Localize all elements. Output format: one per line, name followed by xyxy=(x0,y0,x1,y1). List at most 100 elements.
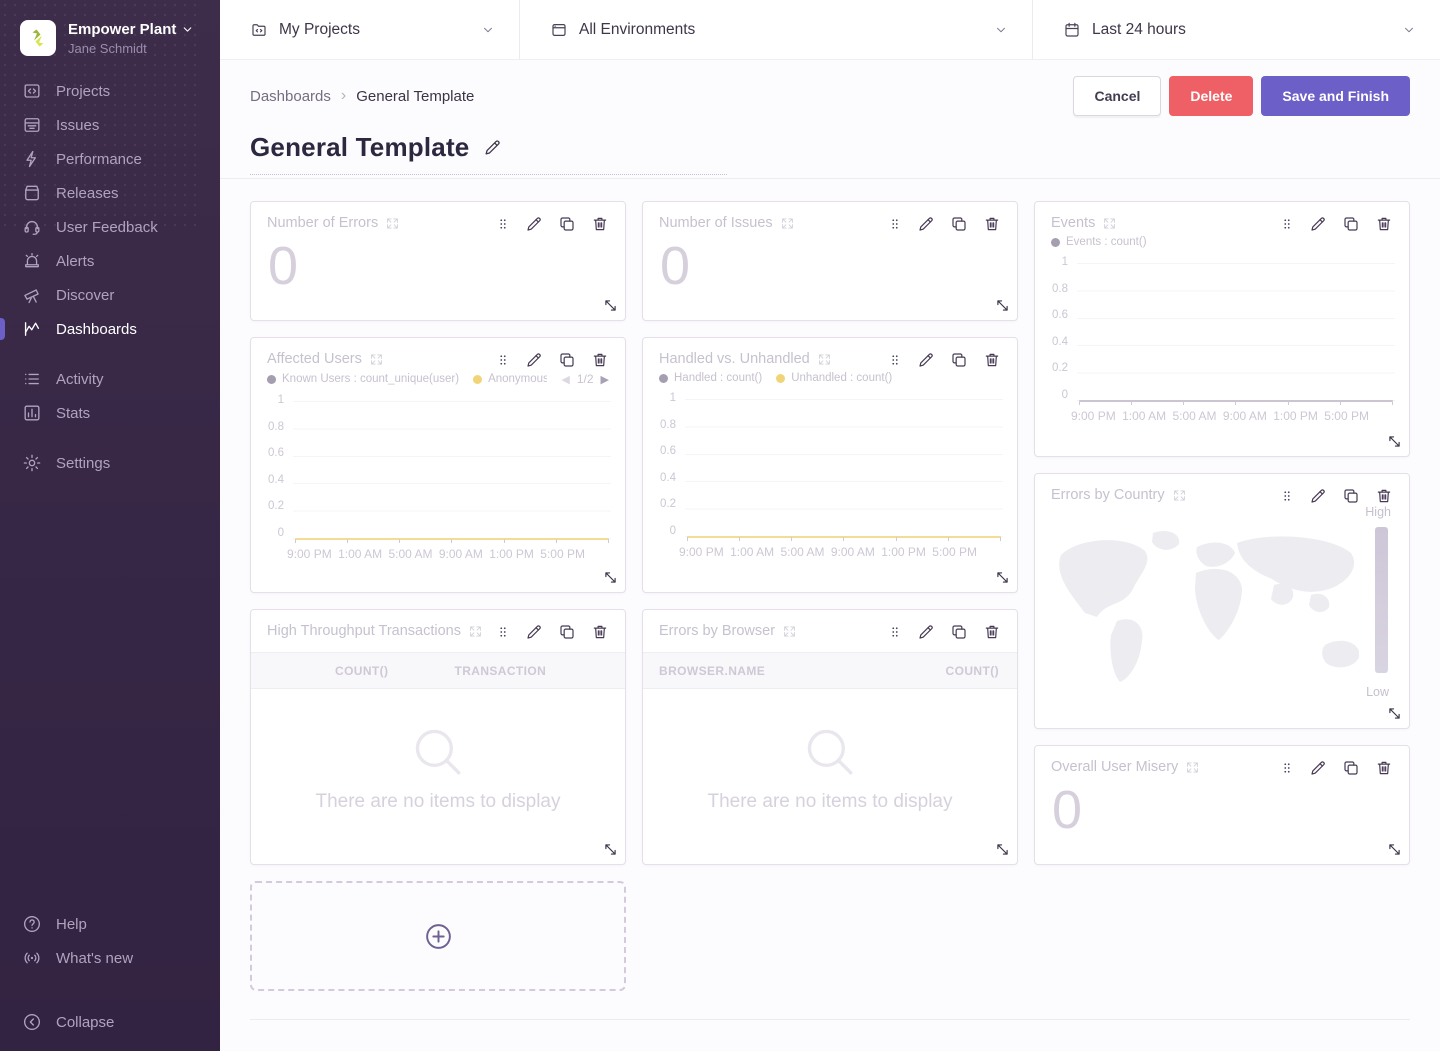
sidebar-item-performance[interactable]: Performance xyxy=(0,142,220,176)
sidebar-item-help[interactable]: Help xyxy=(0,907,220,941)
delete-widget-icon[interactable] xyxy=(591,215,609,233)
legend-pagination: ◀ 1/2 ▶ xyxy=(561,372,609,386)
expand-icon[interactable] xyxy=(783,625,796,638)
resize-handle-icon[interactable] xyxy=(602,297,619,314)
edit-widget-icon[interactable] xyxy=(1309,759,1327,777)
edit-widget-icon[interactable] xyxy=(1309,487,1327,505)
environment-filter-dropdown[interactable]: All Environments xyxy=(520,0,1033,59)
editable-title[interactable]: General Template xyxy=(250,132,727,175)
resize-handle-icon[interactable] xyxy=(994,569,1011,586)
resize-handle-icon[interactable] xyxy=(602,569,619,586)
sidebar-item-dashboards[interactable]: Dashboards xyxy=(0,312,220,346)
sidebar-item-activity[interactable]: Activity xyxy=(0,362,220,396)
resize-handle-icon[interactable] xyxy=(994,841,1011,858)
sidebar-item-whats-new[interactable]: What's new xyxy=(0,941,220,975)
sidebar-item-projects[interactable]: Projects xyxy=(0,74,220,108)
drag-handle-icon[interactable] xyxy=(1280,759,1294,777)
sidebar-item-label: What's new xyxy=(56,950,133,967)
sidebar-item-label: Projects xyxy=(56,83,110,100)
duplicate-widget-icon[interactable] xyxy=(558,351,576,369)
sidebar-item-issues[interactable]: Issues xyxy=(0,108,220,142)
edit-widget-icon[interactable] xyxy=(917,351,935,369)
drag-handle-icon[interactable] xyxy=(496,215,510,233)
widget-grid: Number of Errors 0 Affected Users xyxy=(220,201,1440,991)
sidebar-item-alerts[interactable]: Alerts xyxy=(0,244,220,278)
drag-handle-icon[interactable] xyxy=(496,351,510,369)
legend-item: Anonymous Users : count_unique(user) xyxy=(473,373,547,385)
duplicate-widget-icon[interactable] xyxy=(1342,759,1360,777)
expand-icon[interactable] xyxy=(469,625,482,638)
sidebar-item-label: Dashboards xyxy=(56,321,137,338)
drag-handle-icon[interactable] xyxy=(1280,215,1294,233)
resize-handle-icon[interactable] xyxy=(994,297,1011,314)
sidebar-item-settings[interactable]: Settings xyxy=(0,446,220,480)
legend-dot xyxy=(267,375,276,384)
pagination-prev-icon[interactable]: ◀ xyxy=(561,373,569,386)
delete-widget-icon[interactable] xyxy=(1375,487,1393,505)
projects-icon xyxy=(22,81,42,101)
delete-widget-icon[interactable] xyxy=(1375,215,1393,233)
delete-button[interactable]: Delete xyxy=(1169,76,1253,116)
project-filter-dropdown[interactable]: My Projects xyxy=(220,0,520,59)
resize-handle-icon[interactable] xyxy=(602,841,619,858)
widget-overall-user-misery: Overall User Misery 0 xyxy=(1034,745,1410,865)
expand-icon[interactable] xyxy=(386,217,399,230)
sidebar-item-label: Performance xyxy=(56,151,142,168)
duplicate-widget-icon[interactable] xyxy=(1342,487,1360,505)
add-widget-button[interactable] xyxy=(250,881,626,991)
resize-handle-icon[interactable] xyxy=(1386,705,1403,722)
delete-widget-icon[interactable] xyxy=(983,215,1001,233)
alerts-icon xyxy=(22,251,42,271)
drag-handle-icon[interactable] xyxy=(496,623,510,641)
column-header: BROWSER.NAME xyxy=(659,664,765,678)
expand-icon[interactable] xyxy=(1186,761,1199,774)
duplicate-widget-icon[interactable] xyxy=(1342,215,1360,233)
cancel-button[interactable]: Cancel xyxy=(1073,76,1161,116)
save-and-finish-button[interactable]: Save and Finish xyxy=(1261,76,1410,116)
resize-handle-icon[interactable] xyxy=(1386,841,1403,858)
legend-dot xyxy=(473,375,482,384)
breadcrumb-dashboards-link[interactable]: Dashboards xyxy=(250,88,331,105)
delete-widget-icon[interactable] xyxy=(1375,759,1393,777)
expand-icon[interactable] xyxy=(781,217,794,230)
edit-title-pencil-icon[interactable] xyxy=(483,138,502,157)
world-map: High Low xyxy=(1051,507,1393,703)
delete-widget-icon[interactable] xyxy=(591,623,609,641)
delete-widget-icon[interactable] xyxy=(983,351,1001,369)
pagination-next-icon[interactable]: ▶ xyxy=(601,373,609,386)
drag-handle-icon[interactable] xyxy=(888,215,902,233)
expand-icon[interactable] xyxy=(370,353,383,366)
widget-title: Number of Issues xyxy=(659,215,773,231)
time-range-filter-dropdown[interactable]: Last 24 hours xyxy=(1033,0,1440,59)
time-range-filter-label: Last 24 hours xyxy=(1092,21,1186,39)
duplicate-widget-icon[interactable] xyxy=(950,351,968,369)
expand-icon[interactable] xyxy=(818,353,831,366)
expand-icon[interactable] xyxy=(1173,489,1186,502)
edit-widget-icon[interactable] xyxy=(1309,215,1327,233)
org-switcher[interactable]: Empower Plant Jane Schmidt xyxy=(0,0,220,70)
drag-handle-icon[interactable] xyxy=(888,351,902,369)
edit-widget-icon[interactable] xyxy=(525,351,543,369)
expand-icon[interactable] xyxy=(1103,217,1116,230)
delete-widget-icon[interactable] xyxy=(983,623,1001,641)
sidebar-item-user-feedback[interactable]: User Feedback xyxy=(0,210,220,244)
drag-handle-icon[interactable] xyxy=(888,623,902,641)
sidebar-item-collapse[interactable]: Collapse xyxy=(0,1005,220,1039)
duplicate-widget-icon[interactable] xyxy=(950,623,968,641)
edit-widget-icon[interactable] xyxy=(525,623,543,641)
edit-widget-icon[interactable] xyxy=(525,215,543,233)
drag-handle-icon[interactable] xyxy=(1280,487,1294,505)
duplicate-widget-icon[interactable] xyxy=(558,215,576,233)
sidebar-item-stats[interactable]: Stats xyxy=(0,396,220,430)
duplicate-widget-icon[interactable] xyxy=(950,215,968,233)
edit-widget-icon[interactable] xyxy=(917,215,935,233)
delete-widget-icon[interactable] xyxy=(591,351,609,369)
y-axis: 10.80.60.40.20 xyxy=(261,396,293,540)
edit-widget-icon[interactable] xyxy=(917,623,935,641)
sidebar-item-releases[interactable]: Releases xyxy=(0,176,220,210)
resize-handle-icon[interactable] xyxy=(1386,433,1403,450)
legend-dot xyxy=(659,374,668,383)
sidebar-item-discover[interactable]: Discover xyxy=(0,278,220,312)
duplicate-widget-icon[interactable] xyxy=(558,623,576,641)
widget-title: Errors by Country xyxy=(1051,487,1165,503)
